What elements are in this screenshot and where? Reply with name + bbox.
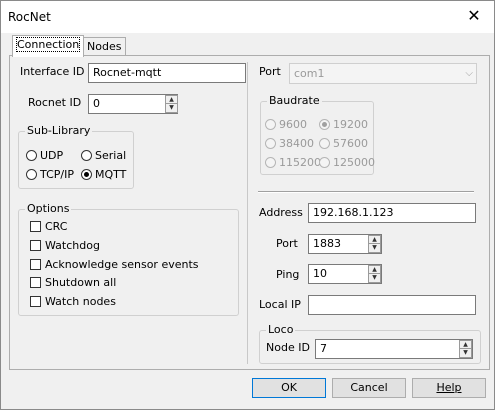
radio-icon — [26, 150, 37, 161]
loco-legend: Loco — [266, 323, 296, 336]
connection-page: Interface ID Rocnet-mqtt Rocnet ID 0 ▲ ▼… — [9, 55, 490, 370]
checkbox-crc[interactable]: CRC — [30, 220, 67, 233]
rocnet-id-spinner[interactable]: ▲ ▼ — [165, 95, 178, 113]
radio-icon — [319, 157, 330, 168]
radio-tcpip[interactable]: TCP/IP — [26, 168, 74, 181]
baudrate-legend: Baudrate — [267, 94, 322, 107]
window-title: RocNet — [8, 10, 51, 24]
options-group: Options CRC Watchdog Acknowledge sensor … — [18, 202, 239, 316]
tab-connection[interactable]: Connection — [12, 35, 85, 57]
node-id-label: Node ID — [266, 341, 310, 354]
chevron-down-icon: ⌵ — [465, 68, 473, 79]
local-ip-input[interactable] — [308, 295, 476, 315]
checkbox-watchdog[interactable]: Watchdog — [30, 239, 100, 252]
ok-button[interactable]: OK — [252, 378, 326, 398]
baudrate-group: Baudrate 9600 19200 38400 57600 115200 1… — [260, 94, 375, 175]
radio-icon — [265, 138, 276, 149]
tab-nodes[interactable]: Nodes — [82, 37, 127, 56]
options-legend: Options — [25, 202, 72, 215]
rocnet-id-label: Rocnet ID — [28, 96, 82, 109]
triangle-up-icon[interactable]: ▲ — [460, 341, 471, 349]
net-port-spinner[interactable]: ▲ ▼ — [368, 235, 381, 253]
triangle-down-icon[interactable]: ▼ — [166, 104, 177, 112]
radio-baud-57600[interactable]: 57600 — [319, 137, 368, 150]
ping-spinner[interactable]: ▲ ▼ — [368, 265, 381, 283]
local-ip-label: Local IP — [259, 298, 301, 311]
radio-baud-38400[interactable]: 38400 — [265, 137, 314, 150]
loco-group: Loco Node ID 7 ▲ ▼ — [259, 323, 481, 364]
address-input[interactable]: 192.168.1.123 — [308, 203, 476, 223]
interface-id-input[interactable]: Rocnet-mqtt — [88, 63, 246, 83]
title-bar: RocNet ✕ — [1, 1, 494, 33]
radio-icon — [265, 119, 276, 130]
ping-label: Ping — [276, 268, 300, 281]
radio-serial[interactable]: Serial — [81, 149, 126, 162]
radio-baud-115200[interactable]: 115200 — [265, 156, 321, 169]
checkbox-shutdown-all[interactable]: Shutdown all — [30, 276, 116, 289]
net-port-label: Port — [276, 237, 298, 250]
radio-selected-icon — [81, 169, 92, 180]
interface-id-label: Interface ID — [20, 65, 85, 78]
cancel-button[interactable]: Cancel — [332, 378, 406, 398]
sub-library-legend: Sub-Library — [25, 124, 93, 137]
radio-udp[interactable]: UDP — [26, 149, 63, 162]
checkbox-icon — [30, 277, 41, 288]
checkbox-icon — [30, 240, 41, 251]
checkbox-acknowledge-sensor-events[interactable]: Acknowledge sensor events — [30, 258, 199, 271]
radio-icon — [81, 150, 92, 161]
triangle-up-icon[interactable]: ▲ — [166, 96, 177, 104]
rocnet-dialog: RocNet ✕ Connection Nodes Interface ID R… — [0, 0, 495, 410]
radio-selected-icon — [319, 119, 330, 130]
radio-icon — [265, 157, 276, 168]
help-button[interactable]: Help — [412, 378, 486, 398]
checkbox-icon — [30, 221, 41, 232]
triangle-up-icon[interactable]: ▲ — [369, 236, 380, 244]
address-label: Address — [259, 206, 303, 219]
radio-icon — [319, 138, 330, 149]
close-icon[interactable]: ✕ — [462, 5, 486, 27]
horizontal-separator — [258, 191, 474, 193]
node-id-spinner[interactable]: ▲ ▼ — [459, 340, 472, 358]
triangle-down-icon[interactable]: ▼ — [369, 274, 380, 282]
triangle-up-icon[interactable]: ▲ — [369, 266, 380, 274]
checkbox-watch-nodes[interactable]: Watch nodes — [30, 295, 116, 308]
port-label: Port — [259, 65, 281, 78]
radio-mqtt[interactable]: MQTT — [81, 168, 126, 181]
triangle-down-icon[interactable]: ▼ — [369, 244, 380, 252]
radio-baud-125000[interactable]: 125000 — [319, 156, 375, 169]
sub-library-group: Sub-Library UDP Serial TCP/IP MQTT — [18, 124, 134, 189]
radio-icon — [26, 169, 37, 180]
node-id-input[interactable]: 7 — [315, 339, 473, 359]
triangle-down-icon[interactable]: ▼ — [460, 349, 471, 357]
radio-baud-9600[interactable]: 9600 — [265, 118, 307, 131]
vertical-separator — [247, 62, 248, 364]
checkbox-icon — [30, 296, 41, 307]
port-select[interactable]: com1 ⌵ — [289, 63, 477, 84]
checkbox-icon — [30, 259, 41, 270]
radio-baud-19200[interactable]: 19200 — [319, 118, 368, 131]
